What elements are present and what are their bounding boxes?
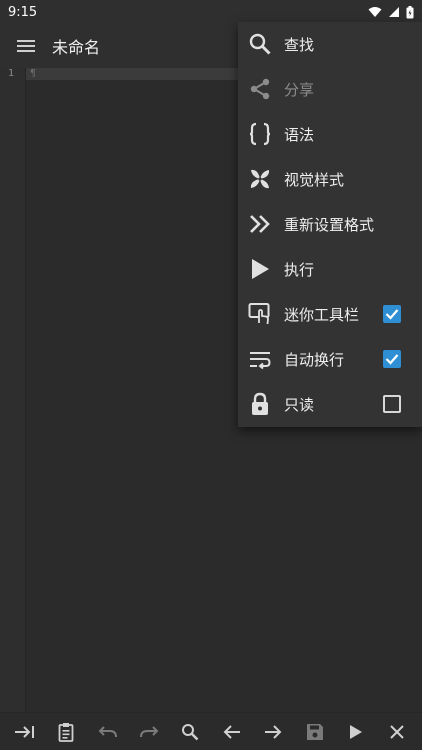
close-icon	[390, 724, 405, 739]
hamburger-menu-button[interactable]	[0, 24, 52, 68]
line-number-gutter: 1	[0, 68, 26, 712]
menu-item-label: 执行	[284, 261, 315, 279]
menu-item-mini-toolbar[interactable]: 迷你工具栏	[238, 292, 422, 337]
wifi-icon	[368, 7, 382, 17]
arrow-right-icon	[265, 724, 282, 739]
arrow-right-button[interactable]	[252, 713, 293, 750]
pilcrow-marker: ¶	[30, 68, 37, 79]
mini-toolbar-checkbox[interactable]	[383, 305, 401, 323]
overflow-menu: 查找 分享 语法 视觉样式 重新设置格式 执行 迷你工具栏 自动换行 只读	[238, 22, 422, 427]
pinwheel-icon	[250, 169, 270, 189]
word-wrap-checkbox[interactable]	[383, 350, 401, 368]
menu-item-run[interactable]: 执行	[238, 247, 422, 292]
redo-button[interactable]	[128, 713, 169, 750]
menu-item-label: 查找	[284, 36, 315, 54]
menu-item-label: 分享	[284, 81, 315, 99]
play-icon	[252, 259, 269, 279]
lock-icon	[252, 392, 268, 415]
paste-button[interactable]	[45, 713, 86, 750]
menu-item-read-only[interactable]: 只读	[238, 382, 422, 427]
read-only-checkbox[interactable]	[383, 395, 401, 413]
menu-item-label: 重新设置格式	[284, 216, 375, 234]
signal-icon	[389, 7, 399, 17]
close-button[interactable]	[377, 713, 418, 750]
share-icon	[250, 78, 270, 100]
menu-item-reformat[interactable]: 重新设置格式	[238, 202, 422, 247]
line-number: 1	[8, 68, 15, 79]
play-icon	[349, 724, 362, 739]
tab-icon	[14, 725, 34, 738]
double-chevron-right-icon	[250, 215, 270, 233]
menu-item-label: 只读	[284, 396, 315, 414]
menu-item-word-wrap[interactable]: 自动换行	[238, 337, 422, 382]
tab-button[interactable]	[4, 713, 45, 750]
wrap-text-icon	[250, 352, 271, 370]
search-button[interactable]	[170, 713, 211, 750]
battery-icon	[406, 5, 414, 18]
redo-icon	[139, 725, 159, 737]
menu-item-syntax[interactable]: 语法	[238, 112, 422, 157]
checkmark-icon	[385, 309, 399, 320]
touch-toolbar-icon	[248, 303, 270, 325]
run-button[interactable]	[335, 713, 376, 750]
paste-icon	[58, 722, 74, 742]
undo-icon	[98, 725, 117, 737]
hamburger-icon	[17, 40, 35, 52]
menu-item-label: 视觉样式	[284, 171, 345, 189]
document-title: 未命名	[52, 38, 101, 57]
menu-item-label: 语法	[284, 126, 315, 144]
save-button[interactable]	[294, 713, 335, 750]
status-bar: 9:15	[0, 0, 422, 24]
menu-item-label: 自动换行	[284, 351, 345, 369]
undo-button[interactable]	[87, 713, 128, 750]
checkmark-icon	[385, 354, 399, 365]
search-icon	[182, 723, 199, 740]
bottom-toolbar	[0, 712, 422, 750]
arrow-left-icon	[223, 724, 240, 739]
menu-item-share[interactable]: 分享	[238, 67, 422, 112]
status-time: 9:15	[8, 4, 38, 20]
menu-item-visual-style[interactable]: 视觉样式	[238, 157, 422, 202]
save-icon	[306, 723, 323, 740]
menu-item-label: 迷你工具栏	[284, 306, 360, 324]
status-icons	[368, 5, 414, 19]
arrow-left-button[interactable]	[211, 713, 252, 750]
search-icon	[249, 33, 271, 55]
screen: 9:15 未命名 1 ¶ 查找 分享 语法 视觉样式 重新设置格式 执行 迷你工…	[0, 0, 422, 750]
braces-icon	[249, 122, 271, 146]
menu-item-find[interactable]: 查找	[238, 22, 422, 67]
